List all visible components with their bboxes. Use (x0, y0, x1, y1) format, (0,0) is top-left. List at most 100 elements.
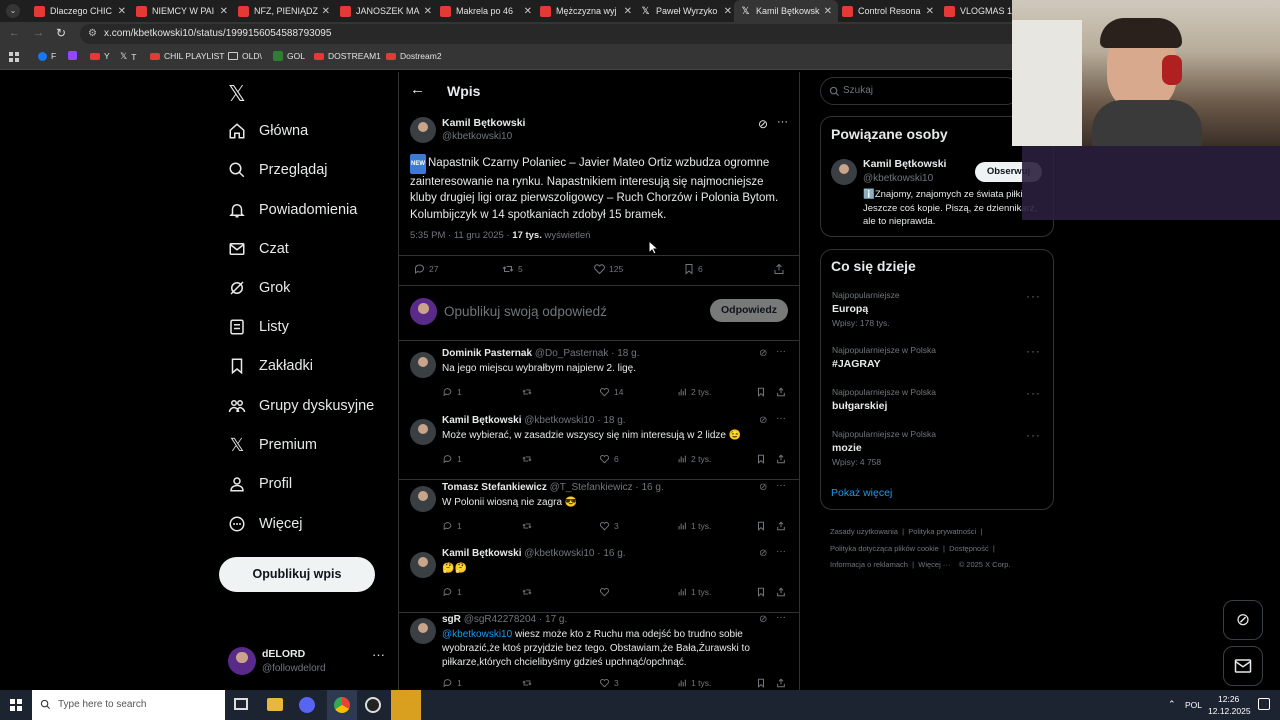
nav-home[interactable]: Główna (226, 120, 308, 142)
person-name[interactable]: Kamil Bętkowski (863, 158, 946, 170)
share-button[interactable] (776, 454, 786, 464)
reply-button[interactable]: 1 (442, 678, 462, 688)
reload-icon[interactable]: ↻ (56, 26, 66, 40)
browser-tab[interactable]: JANOSZEK MA ✕ (334, 0, 438, 22)
footer-link[interactable]: Dostępność (949, 544, 989, 553)
trend-item[interactable]: Najpopularniejsze Europą Wpisy: 178 tys. (832, 290, 900, 328)
repost-button[interactable] (521, 587, 533, 597)
post-author-handle[interactable]: @kbetkowski10 (442, 131, 512, 142)
bookmark-y[interactable]: Y (90, 51, 110, 61)
bookmark-t[interactable]: 𝕏T (120, 51, 136, 62)
forward-arrow-icon[interactable]: → (33, 27, 44, 39)
share-button[interactable] (773, 263, 785, 275)
grok-icon[interactable]: ⊘ (759, 614, 767, 625)
reply-item[interactable]: sgR @sgR42278204 · 17 g. ⊘ ··· @kbetkowski1… (399, 612, 799, 692)
bookmark-twitch[interactable] (68, 51, 77, 60)
views-button[interactable]: 2 tys. (677, 454, 711, 464)
more-dots-icon[interactable]: ··· (1026, 428, 1041, 442)
pinned-app-icon[interactable] (391, 690, 421, 720)
like-button[interactable]: 14 (599, 387, 623, 397)
bookmark-button[interactable] (756, 454, 766, 464)
repost-button[interactable] (521, 387, 533, 397)
bookmark-button[interactable] (756, 521, 766, 531)
close-icon[interactable]: ✕ (824, 6, 832, 17)
mention-link[interactable]: @kbetkowski10 (442, 629, 512, 640)
bookmark-dostream1[interactable]: DOSTREAM1 (314, 51, 381, 61)
bookmark-folder-old[interactable]: OLD\ (228, 51, 262, 61)
nav-more[interactable]: Więcej (226, 513, 303, 535)
nav-bookmarks[interactable]: Zakładki (226, 355, 313, 377)
discord-icon[interactable] (299, 697, 315, 713)
trend-item[interactable]: Najpopularniejsze w Polska bułgarskiej (832, 387, 936, 415)
grok-icon[interactable]: ⊘ (759, 548, 767, 559)
taskbar-search[interactable]: Type here to search (32, 690, 225, 720)
bookmark-button[interactable] (756, 387, 766, 397)
nav-grok[interactable]: Grok (226, 277, 290, 299)
bookmark-chil-playlist[interactable]: CHIL PLAYLIST (150, 51, 224, 61)
share-button[interactable] (776, 521, 786, 531)
avatar[interactable] (410, 618, 436, 644)
like-button[interactable]: 125 (593, 263, 623, 275)
reply-meta[interactable]: @Do_Pasternak · 18 g. (535, 348, 640, 359)
grok-icon[interactable]: ⊘ (759, 348, 767, 359)
reply-button[interactable]: 1 (442, 521, 462, 531)
browser-tab[interactable]: NFZ, PIENIĄDZ ✕ (232, 0, 336, 22)
reply-button[interactable]: 1 (442, 387, 462, 397)
more-dots-icon[interactable]: ··· (777, 116, 788, 128)
more-dots-icon[interactable]: ··· (372, 647, 385, 662)
like-button[interactable] (599, 587, 614, 597)
reply-meta[interactable]: @kbetkowski10 · 16 g. (524, 548, 625, 559)
nav-chat[interactable]: Czat (226, 238, 289, 260)
notifications-icon[interactable] (1258, 698, 1270, 710)
browser-tab[interactable]: NIEMCY W PAI ✕ (130, 0, 234, 22)
reply-author-name[interactable]: Tomasz Stefankiewicz (442, 482, 547, 493)
back-arrow-icon[interactable]: ← (9, 27, 20, 39)
reply-input[interactable]: Opublikuj swoją odpowiedź (444, 304, 607, 319)
like-button[interactable]: 3 (599, 678, 619, 688)
footer-link[interactable]: Więcej ··· (918, 560, 950, 569)
bookmark-gol[interactable]: GOL (273, 51, 305, 61)
nav-notifications[interactable]: Powiadomienia (226, 199, 357, 221)
views-button[interactable]: 1 tys. (677, 678, 711, 688)
show-more-link[interactable]: Pokaż więcej (831, 487, 892, 499)
nav-explore[interactable]: Przeglądaj (226, 159, 328, 181)
post-timestamp[interactable]: 5:35 PM · 11 gru 2025 · (410, 230, 510, 241)
close-icon[interactable]: ✕ (118, 6, 126, 17)
grok-icon[interactable]: ⊘ (1223, 600, 1263, 640)
x-logo-icon[interactable]: 𝕏 (228, 81, 246, 107)
person-handle[interactable]: @kbetkowski10 (863, 173, 933, 184)
reply-button[interactable]: 27 (413, 263, 438, 275)
more-dots-icon[interactable]: ··· (776, 612, 786, 623)
share-button[interactable] (776, 678, 786, 688)
close-icon[interactable]: ✕ (624, 6, 632, 17)
windows-start-icon[interactable] (10, 699, 22, 711)
grok-icon[interactable]: ⊘ (759, 415, 767, 426)
nav-communities[interactable]: Grupy dyskusyjne (226, 395, 374, 417)
avatar[interactable] (410, 352, 436, 378)
footer-link[interactable]: Polityka prywatności (908, 527, 976, 536)
footer-link[interactable]: Zasady użytkowania (830, 527, 898, 536)
reply-author-name[interactable]: Kamil Bętkowski (442, 415, 521, 426)
close-icon[interactable]: ✕ (322, 6, 330, 17)
reply-author-name[interactable]: Dominik Pasternak (442, 348, 532, 359)
browser-tab[interactable]: Control Resona ✕ (836, 0, 940, 22)
task-view-icon[interactable] (234, 698, 248, 710)
more-dots-icon[interactable]: ··· (1026, 289, 1041, 303)
bookmark-button[interactable] (756, 678, 766, 688)
tab-search-button[interactable]: ⌄ (6, 4, 20, 18)
browser-tab[interactable]: Mężczyzna wyj ✕ (534, 0, 638, 22)
close-icon[interactable]: ✕ (724, 6, 732, 17)
more-dots-icon[interactable]: ··· (1026, 386, 1041, 400)
nav-premium[interactable]: 𝕏 Premium (226, 434, 317, 456)
reply-item[interactable]: Kamil Bętkowski @kbetkowski10 · 18 g. ⊘ ··… (399, 413, 799, 474)
reply-author-name[interactable]: sgR (442, 614, 461, 625)
share-button[interactable] (776, 587, 786, 597)
share-button[interactable] (776, 387, 786, 397)
reply-button[interactable]: 1 (442, 454, 462, 464)
close-icon[interactable]: ✕ (524, 6, 532, 17)
footer-link[interactable]: Polityka dotycząca plików cookie (830, 544, 939, 553)
more-dots-icon[interactable]: ··· (776, 546, 786, 557)
reply-meta[interactable]: @kbetkowski10 · 18 g. (524, 415, 625, 426)
more-dots-icon[interactable]: ··· (776, 413, 786, 424)
messages-button[interactable] (1223, 646, 1263, 686)
